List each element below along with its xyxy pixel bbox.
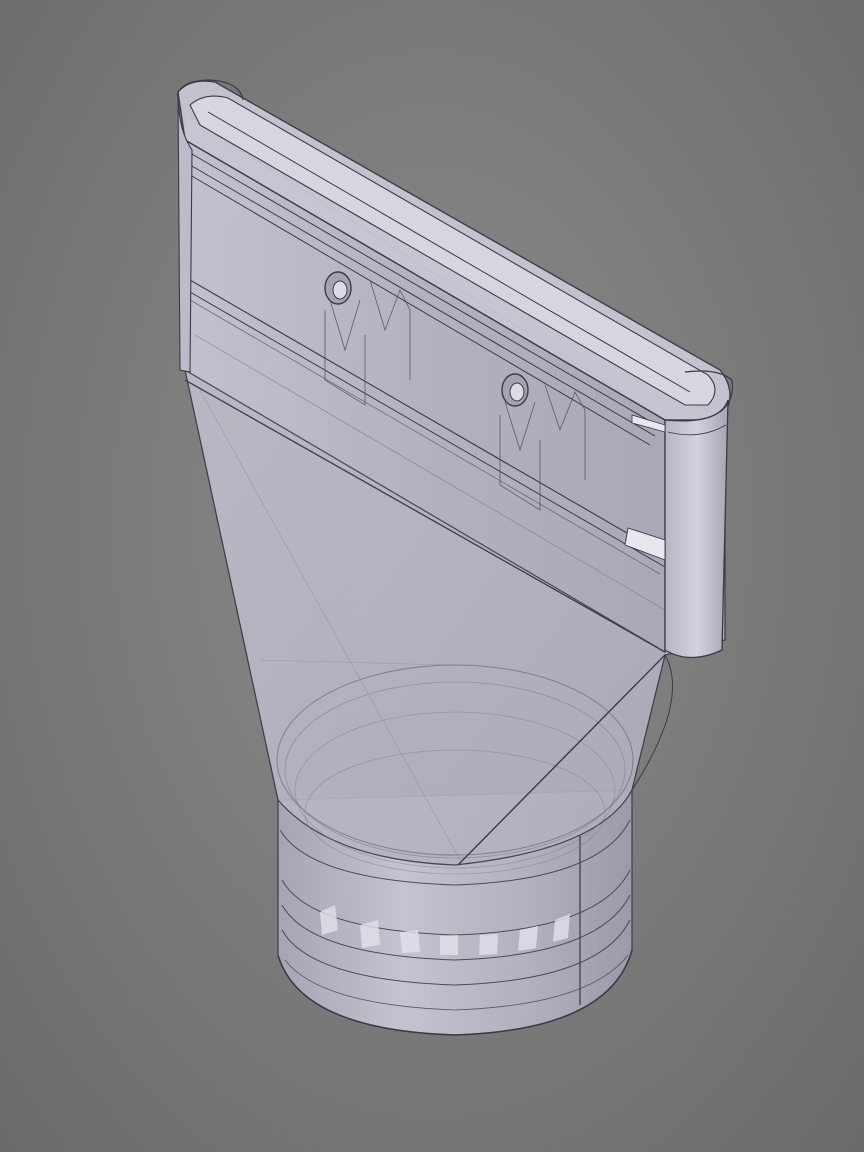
nozzle-adapter-3d-model[interactable] (0, 0, 864, 1152)
cad-viewport[interactable] (0, 0, 864, 1152)
